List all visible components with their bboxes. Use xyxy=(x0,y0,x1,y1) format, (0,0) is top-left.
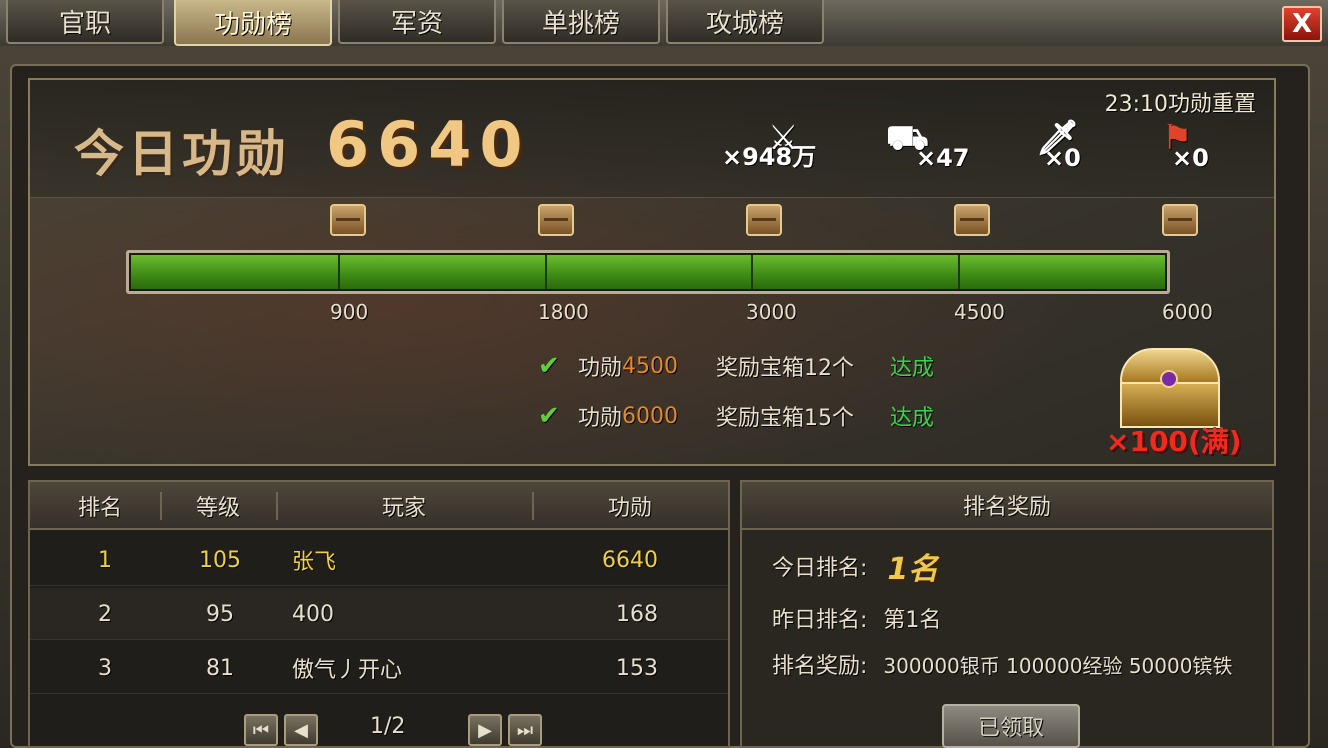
progress-tick-1800: 1800 xyxy=(538,300,589,324)
merit-progress-fill xyxy=(131,255,1165,289)
today-merit-label: 今日功勋 xyxy=(74,125,290,183)
resource-tanks: ⛟ ×47 xyxy=(886,118,970,172)
check-icon: ✔ xyxy=(538,351,560,381)
merit-panel: 23:10功勋重置 今日功勋 6640 ⚔ ×948万 ⛟ ×47 🗡 ×0 ⚑… xyxy=(28,78,1276,466)
table-row[interactable]: 1 105 张飞 6640 xyxy=(30,534,728,586)
rank-reward-line: 排名奖励: 300000银币 100000经验 50000镔铁 xyxy=(772,648,1232,680)
tab-bar: 官职 功勋榜 军资 单挑榜 攻城榜 X xyxy=(0,0,1328,46)
col-player: 玩家 xyxy=(381,496,426,521)
milestone-status: 达成 xyxy=(890,356,935,381)
resource-flags: ⚑ ×0 xyxy=(1162,118,1209,172)
bar-divider xyxy=(958,255,961,289)
today-rank-value: 1名 xyxy=(887,552,939,587)
tab-duel-ranking[interactable]: 单挑榜 xyxy=(502,0,660,44)
rank-reward-panel: 排名奖励 今日排名: 1名 昨日排名: 第1名 排名奖励: 300000银币 1… xyxy=(740,480,1274,748)
progress-tick-6000: 6000 xyxy=(1162,300,1213,324)
tab-siege-ranking[interactable]: 攻城榜 xyxy=(666,0,824,44)
rank-reward-title: 排名奖励 xyxy=(742,482,1272,530)
last-page-icon[interactable]: ⏭ xyxy=(508,714,542,746)
tab-military-supplies[interactable]: 军资 xyxy=(338,0,496,44)
merit-leaderboard: 排名 等级 玩家 功勋 1 105 张飞 6640 2 95 400 168 3… xyxy=(28,480,730,748)
tab-merit-ranking[interactable]: 功勋榜 xyxy=(174,0,332,46)
bar-divider xyxy=(751,255,754,289)
milestone-status: 达成 xyxy=(890,406,935,431)
close-button[interactable]: X xyxy=(1282,6,1322,42)
yesterday-rank: 昨日排名: 第1名 xyxy=(772,602,941,634)
col-level: 等级 xyxy=(195,496,240,521)
rank-reward-value: 300000银币 100000经验 50000镔铁 xyxy=(883,653,1233,678)
yesterday-rank-value: 第1名 xyxy=(883,608,942,633)
table-row[interactable]: 3 81 傲气丿开心 153 xyxy=(30,642,728,694)
prev-page-icon[interactable]: ◀ xyxy=(284,714,318,746)
col-merit: 功勋 xyxy=(607,496,652,521)
today-rank: 今日排名: 1名 xyxy=(772,544,938,588)
chest-icon-3000[interactable] xyxy=(746,204,782,236)
next-page-icon[interactable]: ▶ xyxy=(468,714,502,746)
claimed-button[interactable]: 已领取 xyxy=(942,704,1080,748)
progress-tick-4500: 4500 xyxy=(954,300,1005,324)
page-indicator: 1/2 xyxy=(370,714,406,739)
first-page-icon[interactable]: ⏮ xyxy=(244,714,278,746)
progress-tick-900: 900 xyxy=(330,300,369,324)
col-rank: 排名 xyxy=(77,496,122,521)
progress-tick-3000: 3000 xyxy=(746,300,797,324)
chest-count: ×100(满) xyxy=(1106,425,1242,458)
resource-warriors: 🗡 ×0 xyxy=(1036,118,1081,172)
chest-icon-4500[interactable] xyxy=(954,204,990,236)
leaderboard-header: 排名 等级 玩家 功勋 xyxy=(30,482,728,530)
chest-icon-6000[interactable] xyxy=(1162,204,1198,236)
tab-official-rank[interactable]: 官职 xyxy=(6,0,164,44)
today-merit-value: 6640 xyxy=(326,108,531,181)
table-row[interactable]: 2 95 400 168 xyxy=(30,588,728,640)
reset-time-text: 23:10功勋重置 xyxy=(1104,92,1256,117)
chest-icon-1800[interactable] xyxy=(538,204,574,236)
chest-icon-900[interactable] xyxy=(330,204,366,236)
treasure-chest-icon[interactable] xyxy=(1120,348,1220,428)
check-icon: ✔ xyxy=(538,401,560,431)
bar-divider xyxy=(337,255,340,289)
milestone-row: ✔ 功勋 4500 奖励宝箱12个 达成 xyxy=(538,351,935,381)
resource-soldiers: ⚔ ×948万 xyxy=(722,118,817,171)
bar-divider xyxy=(544,255,547,289)
merit-progress-bar xyxy=(126,250,1170,294)
milestone-row: ✔ 功勋 6000 奖励宝箱15个 达成 xyxy=(538,401,935,431)
